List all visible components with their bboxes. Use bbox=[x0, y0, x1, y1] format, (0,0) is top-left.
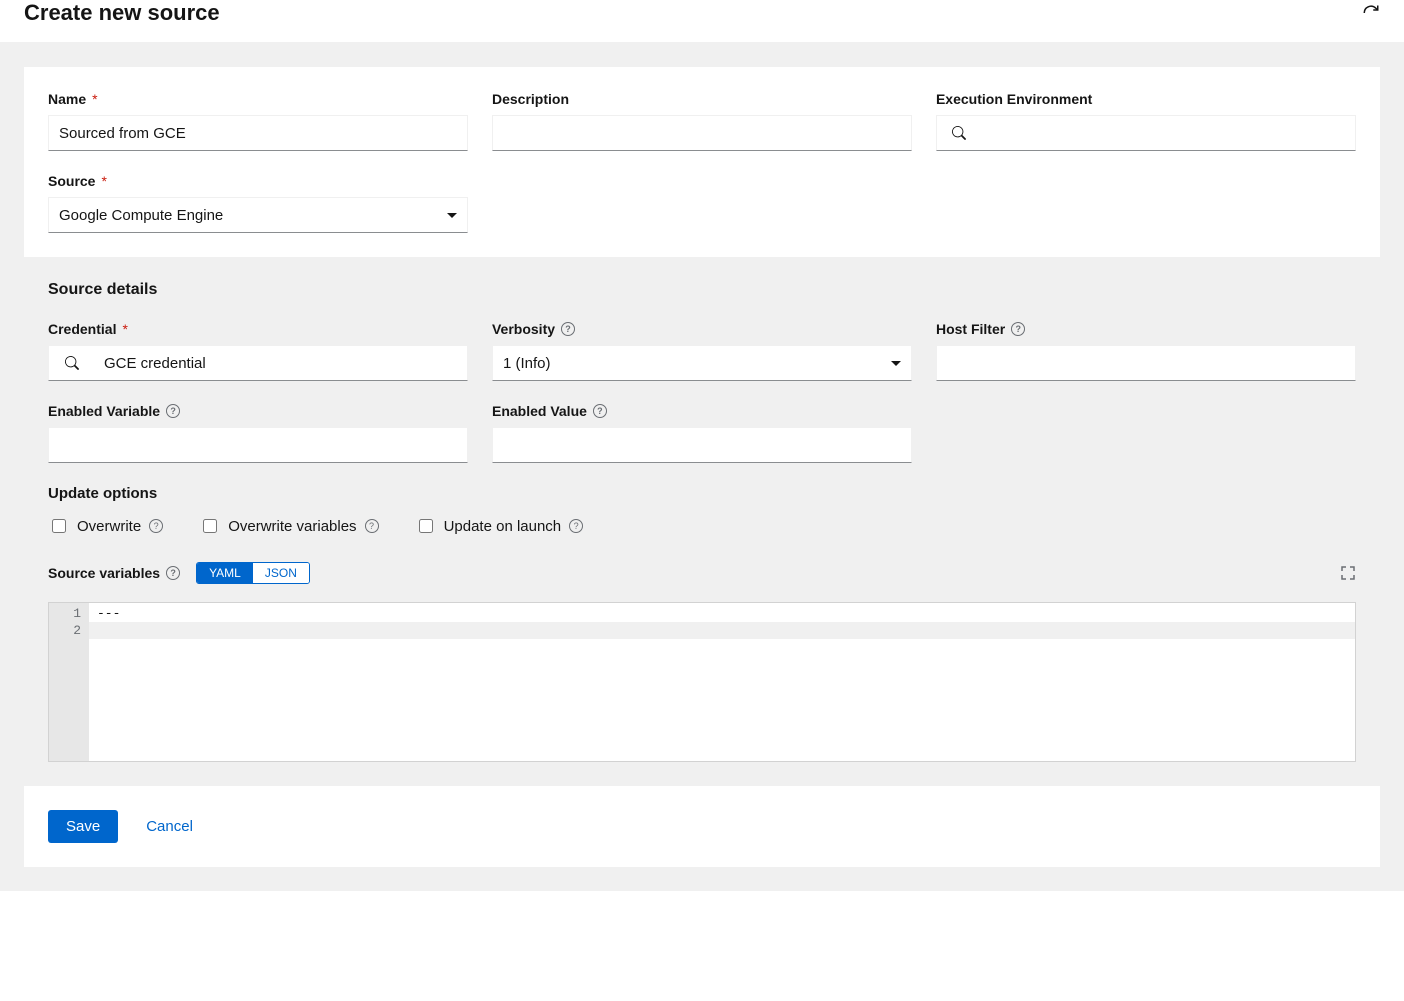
editor-line-2 bbox=[89, 622, 1355, 639]
update-options-row: Overwrite ? Overwrite variables ? Update… bbox=[48, 516, 1356, 536]
chevron-down-icon bbox=[447, 213, 457, 218]
overwrite-label[interactable]: Overwrite bbox=[77, 518, 141, 535]
yaml-toggle[interactable]: YAML bbox=[197, 563, 253, 583]
exec-env-search-button[interactable] bbox=[936, 115, 982, 151]
help-icon[interactable]: ? bbox=[166, 404, 180, 418]
source-select-value: Google Compute Engine bbox=[59, 207, 223, 224]
editor-gutter: 1 2 bbox=[49, 603, 89, 761]
verbosity-select[interactable]: 1 (Info) bbox=[492, 345, 912, 381]
enabled-variable-input[interactable] bbox=[48, 427, 468, 463]
name-label: Name* bbox=[48, 91, 468, 107]
overwrite-variables-checkbox[interactable] bbox=[203, 519, 217, 533]
save-button[interactable]: Save bbox=[48, 810, 118, 843]
footer-buttons: Save Cancel bbox=[24, 786, 1380, 867]
name-input[interactable] bbox=[48, 115, 468, 151]
exec-env-input[interactable] bbox=[982, 115, 1356, 151]
section-basic: Name* Description Execution Environment bbox=[24, 67, 1380, 257]
credential-input[interactable] bbox=[94, 345, 468, 381]
editor-content[interactable]: --- bbox=[89, 603, 1355, 761]
help-icon[interactable]: ? bbox=[365, 519, 379, 533]
update-on-launch-checkbox[interactable] bbox=[419, 519, 433, 533]
form-container: Name* Description Execution Environment bbox=[0, 43, 1404, 891]
help-icon[interactable]: ? bbox=[561, 322, 575, 336]
search-icon bbox=[65, 356, 79, 370]
source-details-title: Source details bbox=[48, 281, 1356, 299]
source-label: Source* bbox=[48, 173, 468, 189]
chevron-down-icon bbox=[891, 361, 901, 366]
credential-search-button[interactable] bbox=[48, 345, 94, 381]
enabled-variable-label: Enabled Variable ? bbox=[48, 403, 468, 419]
host-filter-label: Host Filter ? bbox=[936, 321, 1356, 337]
cancel-button[interactable]: Cancel bbox=[142, 810, 197, 843]
help-icon[interactable]: ? bbox=[166, 566, 180, 580]
help-icon[interactable]: ? bbox=[569, 519, 583, 533]
help-icon[interactable]: ? bbox=[1011, 322, 1025, 336]
expand-icon[interactable] bbox=[1340, 565, 1356, 581]
verbosity-value: 1 (Info) bbox=[503, 355, 551, 372]
credential-label: Credential* bbox=[48, 321, 468, 337]
search-icon bbox=[952, 126, 966, 140]
overwrite-variables-label[interactable]: Overwrite variables bbox=[228, 518, 356, 535]
enabled-value-input[interactable] bbox=[492, 427, 912, 463]
help-icon[interactable]: ? bbox=[593, 404, 607, 418]
editor-line-1: --- bbox=[89, 605, 1355, 622]
source-variables-label: Source variables ? bbox=[48, 565, 180, 581]
redo-icon[interactable] bbox=[1362, 4, 1380, 22]
update-options-heading: Update options bbox=[48, 485, 1356, 502]
host-filter-input[interactable] bbox=[936, 345, 1356, 381]
source-variables-editor[interactable]: 1 2 --- bbox=[48, 602, 1356, 762]
page-header: Create new source bbox=[0, 0, 1404, 43]
exec-env-label: Execution Environment bbox=[936, 91, 1356, 107]
format-toggle: YAML JSON bbox=[196, 562, 310, 584]
update-on-launch-label[interactable]: Update on launch bbox=[444, 518, 562, 535]
overwrite-checkbox[interactable] bbox=[52, 519, 66, 533]
help-icon[interactable]: ? bbox=[149, 519, 163, 533]
enabled-value-label: Enabled Value ? bbox=[492, 403, 912, 419]
description-label: Description bbox=[492, 91, 912, 107]
page-title: Create new source bbox=[24, 0, 220, 26]
verbosity-label: Verbosity ? bbox=[492, 321, 912, 337]
json-toggle[interactable]: JSON bbox=[253, 563, 309, 583]
card: Name* Description Execution Environment bbox=[24, 67, 1380, 867]
section-source-details: Source details Credential* Verbo bbox=[24, 257, 1380, 786]
source-select[interactable]: Google Compute Engine bbox=[48, 197, 468, 233]
description-input[interactable] bbox=[492, 115, 912, 151]
